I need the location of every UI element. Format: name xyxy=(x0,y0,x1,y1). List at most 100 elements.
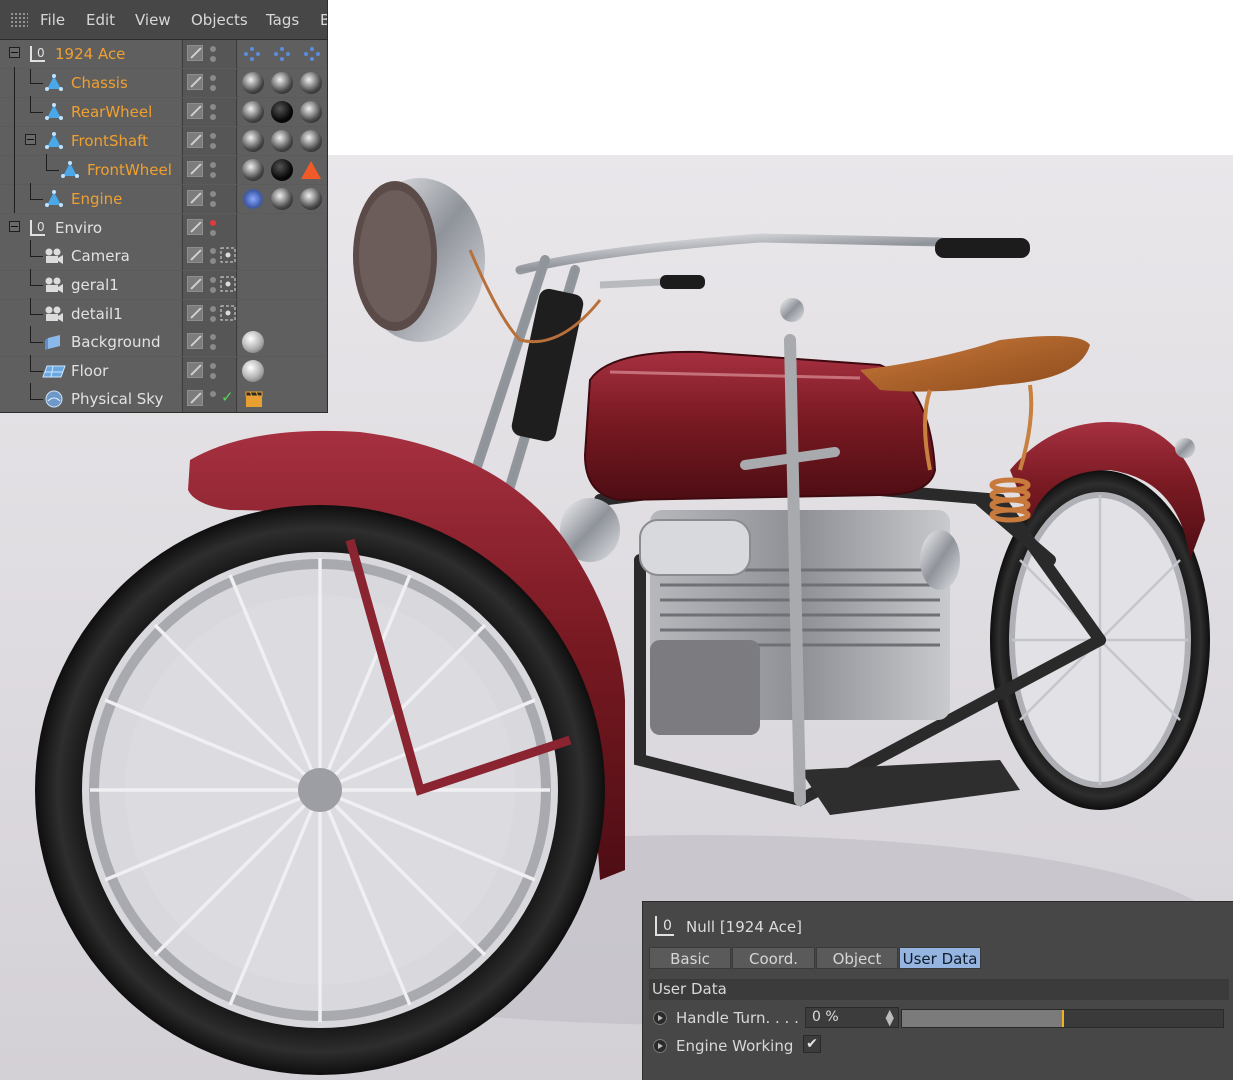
sky-icon xyxy=(44,389,64,409)
menu-bookmarks[interactable]: B xyxy=(320,11,327,29)
layer-visibility-icon[interactable] xyxy=(187,132,203,148)
layer-visibility-icon[interactable] xyxy=(187,305,203,321)
layer-visibility-icon[interactable] xyxy=(187,276,203,292)
editor-visibility-dot[interactable] xyxy=(210,104,216,110)
render-visibility-dot[interactable] xyxy=(210,344,216,350)
layer-visibility-icon[interactable] xyxy=(187,103,203,119)
material-tag-icon[interactable] xyxy=(242,72,264,94)
tab-basic[interactable]: Basic xyxy=(649,947,731,969)
menu-file[interactable]: File xyxy=(40,11,65,29)
layer-visibility-icon[interactable] xyxy=(187,190,203,206)
render-visibility-dot[interactable] xyxy=(210,201,216,207)
editor-visibility-dot[interactable] xyxy=(210,248,216,254)
attribute-manager: 0 Null [1924 Ace] Basic Coord. Object Us… xyxy=(642,901,1233,1080)
object-row-physical-sky[interactable]: Physical Sky ✓ xyxy=(0,383,327,412)
tab-coord[interactable]: Coord. xyxy=(732,947,815,969)
object-label: Background xyxy=(71,333,161,351)
editor-visibility-dot[interactable] xyxy=(210,191,216,197)
render-visibility-dot[interactable] xyxy=(210,85,216,91)
material-tag-icon[interactable] xyxy=(300,130,322,152)
layer-visibility-icon[interactable] xyxy=(187,333,203,349)
menu-tags[interactable]: Tags xyxy=(266,11,299,29)
render-visibility-dot[interactable] xyxy=(210,258,216,264)
layer-visibility-icon[interactable] xyxy=(187,362,203,378)
material-tag-icon[interactable] xyxy=(271,159,293,181)
slider-handle[interactable] xyxy=(1062,1010,1064,1027)
material-tag-icon[interactable] xyxy=(242,159,264,181)
layer-visibility-icon[interactable] xyxy=(187,219,203,235)
object-row-enviro[interactable]: 0 Enviro xyxy=(0,214,327,242)
object-row-frontwheel[interactable]: FrontWheel xyxy=(0,154,327,184)
render-visibility-dot[interactable] xyxy=(210,230,216,236)
xpresso-tag-icon[interactable] xyxy=(242,188,264,210)
constraint-tag-icons[interactable] xyxy=(238,40,328,68)
material-tag-icon[interactable] xyxy=(271,72,293,94)
render-visibility-dot[interactable] xyxy=(210,56,216,62)
stepper-arrows-icon[interactable]: ▲ ▼ xyxy=(886,1008,894,1027)
expand-toggle-icon[interactable] xyxy=(9,221,20,232)
material-tag-icon[interactable] xyxy=(242,101,264,123)
material-tag-icon[interactable] xyxy=(271,130,293,152)
material-tag-icon[interactable] xyxy=(242,360,264,382)
object-row-frontshaft[interactable]: FrontShaft xyxy=(0,125,327,155)
target-tag-icon[interactable] xyxy=(220,305,236,321)
menu-edit[interactable]: Edit xyxy=(86,11,115,29)
material-tag-icon[interactable] xyxy=(300,101,322,123)
compositing-tag-icon[interactable] xyxy=(244,389,264,409)
render-visibility-dot[interactable] xyxy=(210,373,216,379)
editor-visibility-dot[interactable] xyxy=(210,162,216,168)
object-row-geral1[interactable]: geral1 xyxy=(0,269,327,299)
editor-visibility-dot[interactable] xyxy=(210,306,216,312)
engine-working-checkbox[interactable]: ✔ xyxy=(803,1035,821,1053)
render-visibility-dot[interactable] xyxy=(210,316,216,322)
animate-keyframe-icon[interactable] xyxy=(653,1039,667,1053)
render-visibility-dot[interactable] xyxy=(210,114,216,120)
target-tag-icon[interactable] xyxy=(220,247,236,263)
handle-turn-slider[interactable] xyxy=(901,1009,1224,1028)
layer-visibility-icon[interactable] xyxy=(187,74,203,90)
svg-text:0: 0 xyxy=(37,220,45,234)
object-row-detail1[interactable]: detail1 xyxy=(0,298,327,328)
null-icon: 0 xyxy=(28,218,48,238)
editor-visibility-dot[interactable] xyxy=(210,277,216,283)
editor-visibility-dot[interactable] xyxy=(210,391,216,397)
layer-visibility-icon[interactable] xyxy=(187,390,203,406)
object-row-camera[interactable]: Camera xyxy=(0,240,327,270)
render-visibility-dot[interactable] xyxy=(210,172,216,178)
object-row-rearwheel[interactable]: RearWheel xyxy=(0,96,327,126)
layer-visibility-icon[interactable] xyxy=(187,247,203,263)
editor-visibility-dot[interactable] xyxy=(210,75,216,81)
editor-visibility-dot[interactable] xyxy=(210,334,216,340)
object-row-1924-ace[interactable]: 0 1924 Ace xyxy=(0,40,328,68)
material-tag-icon[interactable] xyxy=(300,72,322,94)
tab-user-data[interactable]: User Data xyxy=(899,947,981,969)
layer-visibility-icon[interactable] xyxy=(187,161,203,177)
editor-visibility-dot[interactable] xyxy=(210,133,216,139)
animate-keyframe-icon[interactable] xyxy=(653,1011,667,1025)
editor-visibility-dot[interactable] xyxy=(210,46,216,52)
render-visibility-dot[interactable] xyxy=(210,143,216,149)
material-tag-icon[interactable] xyxy=(242,130,264,152)
object-row-background[interactable]: Background xyxy=(0,326,327,356)
material-tag-icon[interactable] xyxy=(300,188,322,210)
render-visibility-dot[interactable] xyxy=(210,287,216,293)
menu-objects[interactable]: Objects xyxy=(191,11,248,29)
material-tag-icon[interactable] xyxy=(242,331,264,353)
layer-visibility-icon[interactable] xyxy=(187,45,203,61)
expand-toggle-icon[interactable] xyxy=(9,47,20,58)
material-tag-icon[interactable] xyxy=(271,188,293,210)
enabled-check-icon[interactable]: ✓ xyxy=(221,388,234,406)
handle-turn-input[interactable]: 0 % ▲ ▼ xyxy=(805,1007,899,1028)
object-row-floor[interactable]: Floor xyxy=(0,355,327,385)
panel-grip-icon[interactable] xyxy=(10,12,28,28)
target-tag-icon[interactable] xyxy=(220,276,236,292)
tab-object[interactable]: Object xyxy=(816,947,898,969)
editor-visibility-dot[interactable] xyxy=(210,363,216,369)
expand-toggle-icon[interactable] xyxy=(25,134,36,145)
phong-tag-icon[interactable] xyxy=(299,159,323,181)
object-row-chassis[interactable]: Chassis xyxy=(0,67,327,97)
object-row-engine[interactable]: Engine xyxy=(0,183,327,213)
menu-view[interactable]: View xyxy=(135,11,171,29)
material-tag-icon[interactable] xyxy=(271,101,293,123)
editor-visibility-dot[interactable] xyxy=(210,220,216,226)
